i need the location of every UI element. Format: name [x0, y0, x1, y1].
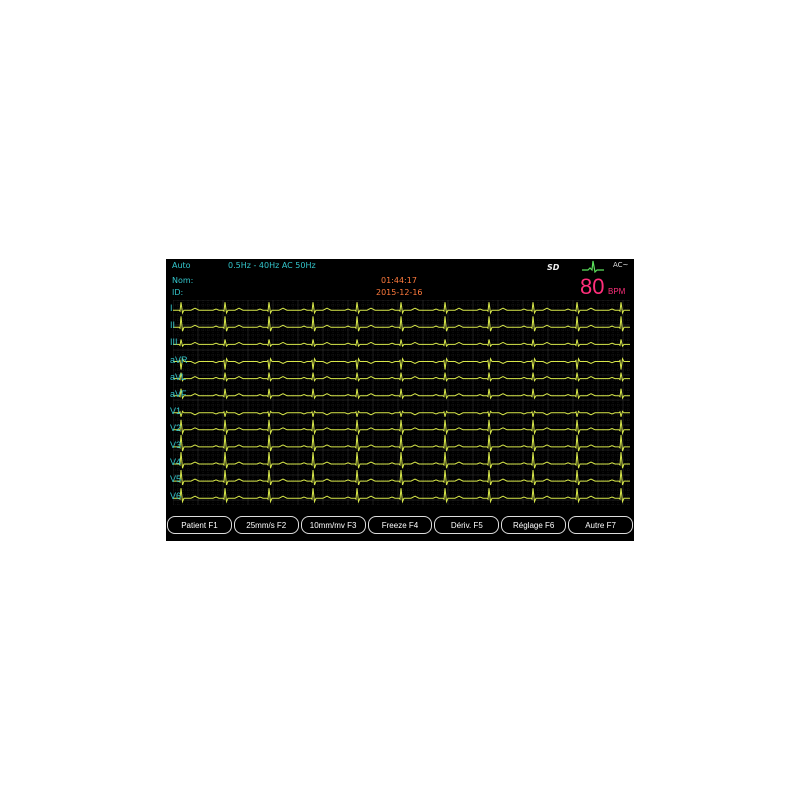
- ecg-trace-i: [173, 302, 630, 315]
- ac-power-indicator: AC~: [613, 261, 629, 269]
- lead-label-v6: V6: [170, 491, 182, 502]
- svg-text:SD: SD: [547, 263, 560, 271]
- ecg-trace-v3: [173, 434, 630, 452]
- lead-label-v3: V3: [170, 439, 182, 450]
- clock-time: 01:44:17: [381, 276, 417, 285]
- heartbeat-icon: [582, 260, 604, 273]
- ecg-trace-v2: [173, 419, 630, 436]
- ecg-trace-ii: [173, 316, 630, 332]
- lead-label-ii: II: [170, 320, 176, 331]
- lead-label-v4: V4: [170, 457, 182, 468]
- ecg-trace-avl: [173, 372, 630, 382]
- lead-label-avr: aVR: [170, 354, 188, 365]
- lead-label-avl: aVL: [170, 371, 187, 382]
- lead-label-avf: aVF: [170, 388, 187, 399]
- softkey-f4[interactable]: Freeze F4: [367, 516, 433, 534]
- sd-card-icon: SD: [547, 263, 560, 271]
- softkey-f6[interactable]: Réglage F6: [501, 516, 567, 534]
- lead-label-v2: V2: [170, 422, 182, 433]
- heart-rate-value: 80: [580, 274, 605, 299]
- ecg-trace-v5: [173, 470, 630, 486]
- softkey-f1[interactable]: Patient F1: [167, 516, 232, 534]
- softkey-f5[interactable]: Dériv. F5: [434, 516, 500, 534]
- heart-rate-unit: BPM: [608, 287, 626, 296]
- softkey-f2[interactable]: 25mm/s F2: [233, 516, 299, 534]
- softkey-bar: Patient F1 25mm/s F2 10mm/mv F3 Freeze F4 Dé…: [166, 516, 634, 538]
- softkey-f3[interactable]: 10mm/mv F3: [300, 516, 366, 534]
- ecg-monitor-screen: Auto 0.5Hz - 40Hz AC 50Hz SD AC~ Nom: ID…: [166, 259, 634, 541]
- lead-label-v5: V5: [170, 474, 182, 485]
- acquisition-mode: Auto: [172, 261, 191, 270]
- filter-settings: 0.5Hz - 40Hz AC 50Hz: [228, 261, 316, 270]
- patient-name-label: Nom:: [172, 276, 194, 285]
- clock-date: 2015-12-16: [376, 288, 423, 297]
- ecg-trace-v1: [173, 410, 630, 417]
- ecg-trace-avr: [173, 357, 630, 370]
- lead-label-v1: V1: [170, 405, 182, 416]
- softkey-f7[interactable]: Autre F7: [568, 516, 633, 534]
- patient-id-label: ID:: [172, 288, 184, 297]
- ecg-waveform-area: [173, 300, 630, 505]
- lead-label-iii: III: [170, 337, 178, 348]
- lead-label-i: I: [170, 303, 173, 314]
